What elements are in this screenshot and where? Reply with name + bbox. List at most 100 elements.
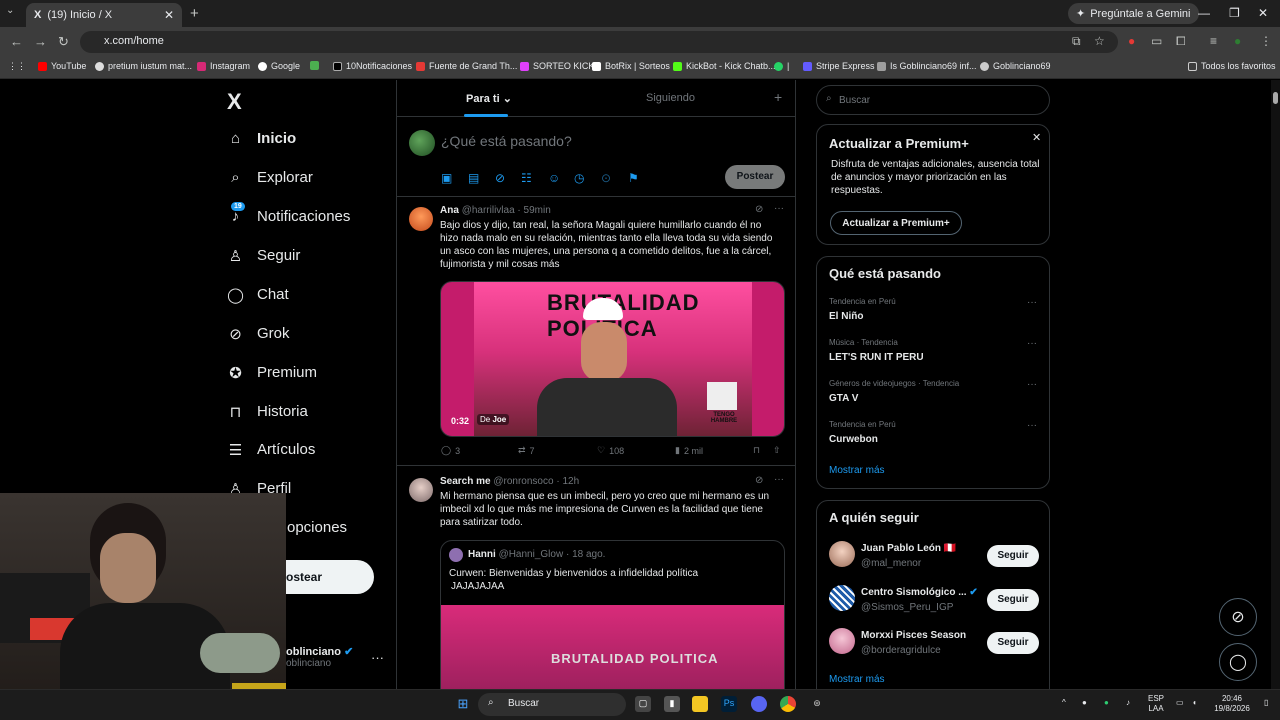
profile-avatar-icon[interactable]: ● — [1234, 34, 1241, 48]
back-icon[interactable]: ← — [10, 34, 23, 49]
gemini-button[interactable]: ✦ Pregúntale a Gemini — [1068, 3, 1199, 24]
follow-button[interactable]: Seguir — [987, 632, 1039, 654]
minimize-icon[interactable]: — — [1198, 6, 1210, 20]
grok-icon[interactable]: ⊘ — [755, 204, 763, 215]
chrome-icon[interactable] — [780, 696, 796, 712]
photoshop-icon[interactable]: Ps — [721, 696, 737, 712]
bookmark-item[interactable]: Goblinciano69 — [980, 61, 1051, 71]
grok-icon[interactable]: ⊘ — [755, 475, 763, 486]
bookmark-item[interactable]: Fuente de Grand Th... — [416, 61, 517, 71]
volume-icon[interactable]: ◖ — [1192, 698, 1197, 708]
windows-start-icon[interactable]: ⊞ — [455, 696, 471, 712]
like-button[interactable]: ♡ 108 — [597, 445, 624, 456]
nav-bookmarks[interactable]: ⊓ Historia — [227, 403, 308, 421]
share-icon[interactable]: ⇧ — [773, 445, 781, 456]
more-icon[interactable]: ··· — [1027, 338, 1037, 349]
bookmark-item[interactable]: Instagram — [197, 61, 250, 71]
bookmark-star-icon[interactable]: ☆ — [1094, 34, 1105, 48]
nav-grok[interactable]: ⊘ Grok — [227, 325, 289, 343]
tweet-author[interactable]: Ana — [440, 205, 459, 216]
microphone-icon[interactable]: ♪ — [1126, 698, 1130, 708]
bookmark-item[interactable]: 10Notificaciones — [333, 61, 412, 71]
close-icon[interactable]: ✕ — [1032, 131, 1041, 144]
flag-icon[interactable]: ⚑ — [628, 171, 639, 185]
discord-icon[interactable] — [751, 696, 767, 712]
new-tab-icon[interactable]: + — [190, 5, 199, 22]
search-input[interactable]: ⌕ Buscar — [816, 85, 1050, 115]
apps-icon[interactable]: ⋮⋮ — [8, 61, 26, 72]
language-indicator[interactable]: ESP LAA — [1148, 694, 1164, 714]
tray-icon[interactable]: ● — [1082, 698, 1087, 708]
nav-articles[interactable]: ☰ Artículos — [227, 441, 316, 459]
trends-show-more[interactable]: Mostrar más — [829, 465, 885, 476]
media-icon[interactable]: ≡ — [1210, 34, 1217, 48]
address-bar[interactable]: x.com/home — [80, 31, 1118, 53]
chrome-menu-icon[interactable]: ⋮ — [1260, 34, 1272, 48]
tray-chevron-icon[interactable]: ^ — [1062, 698, 1066, 708]
browser-tab[interactable]: X (19) Inicio / X ✕ — [26, 3, 182, 27]
trend-item[interactable]: Música · Tendencia LET'S RUN IT PERU ··· — [829, 338, 1039, 363]
tweet-video[interactable]: BRUTALIDAD POLITICA TENGO HAMBRE 0:32 De… — [440, 281, 785, 437]
bookmark-icon[interactable]: ⊓ — [753, 445, 760, 456]
taskbar-search[interactable]: ⌕ Buscar — [478, 693, 626, 716]
avatar[interactable] — [409, 207, 433, 231]
follow-button[interactable]: Seguir — [987, 589, 1039, 611]
tab-search-icon[interactable]: ⌄ — [6, 5, 14, 16]
nav-explore[interactable]: ⌕ Explorar — [227, 169, 313, 186]
close-tab-icon[interactable]: ✕ — [164, 8, 174, 22]
bookmark-item[interactable]: | — [774, 61, 789, 71]
tray-icon[interactable]: ● — [1104, 698, 1109, 708]
grok-icon[interactable]: ⊘ — [1219, 598, 1257, 636]
schedule-icon[interactable]: ◷ — [574, 171, 584, 185]
forward-icon[interactable]: → — [34, 34, 47, 49]
bookmark-item[interactable]: KickBot - Kick Chatb... — [673, 61, 776, 71]
gif-icon[interactable]: ▤ — [468, 171, 479, 185]
clock[interactable]: 20:46 19/8/2026 — [1212, 694, 1252, 714]
quoted-tweet[interactable]: Hanni @Hanni_Glow · 18 ago. Curwen: Bien… — [440, 540, 785, 689]
tab-for-you[interactable]: Para ti ⌄ — [466, 92, 512, 105]
app-icon[interactable]: ⊛ — [809, 696, 825, 712]
nav-chat[interactable]: ◯ Chat — [227, 286, 289, 304]
bookmark-item[interactable]: Google — [258, 61, 300, 71]
scrollbar[interactable] — [1271, 80, 1280, 689]
avatar[interactable] — [409, 478, 433, 502]
tweet[interactable]: Search me @ronronsoco · 12h ⊘ ··· Mi her… — [397, 468, 795, 689]
network-icon[interactable]: ▭ — [1176, 698, 1184, 708]
image-icon[interactable]: ▣ — [441, 171, 452, 185]
bookmark-item[interactable]: YouTube — [38, 61, 86, 71]
all-favorites[interactable]: Todos los favoritos — [1188, 61, 1276, 71]
emoji-icon[interactable]: ☺ — [548, 171, 560, 185]
nav-more[interactable]: opciones — [287, 519, 347, 536]
poll-icon[interactable]: ☷ — [521, 171, 532, 185]
views-button[interactable]: ▮ 2 mil — [675, 445, 703, 456]
reload-icon[interactable]: ↻ — [58, 34, 69, 50]
premium-button[interactable]: Actualizar a Premium+ — [830, 211, 962, 235]
bookmark-item[interactable]: Stripe Express — [803, 61, 875, 71]
follow-suggestion[interactable]: Centro Sismológico ... ✔ @Sismos_Peru_IG… — [829, 585, 1041, 621]
close-window-icon[interactable]: ✕ — [1258, 6, 1268, 20]
nav-follow[interactable]: ♙ Seguir — [227, 247, 301, 265]
post-button[interactable]: ostear — [286, 560, 374, 594]
add-tab-icon[interactable]: + — [774, 89, 782, 105]
trend-item[interactable]: Géneros de videojuegos · Tendencia GTA V ·… — [829, 379, 1039, 404]
more-icon[interactable]: ··· — [774, 203, 784, 214]
extensions-puzzle-icon[interactable]: ⧠ — [1176, 34, 1186, 49]
bookmark-item[interactable]: Is Goblinciano69 inf... — [877, 61, 977, 71]
follow-button[interactable]: Seguir — [987, 545, 1039, 567]
trend-item[interactable]: Tendencia en Perú El Niño ··· — [829, 297, 1039, 322]
nav-notifications[interactable]: ♪ 19 Notificaciones — [227, 202, 350, 225]
more-icon[interactable]: ··· — [774, 474, 784, 485]
extension-icon[interactable]: ● — [1128, 34, 1135, 48]
reply-button[interactable]: ◯ 3 — [441, 445, 460, 456]
nav-home[interactable]: ⌂ Inicio — [227, 130, 296, 147]
extension-icon[interactable]: ▭ — [1151, 34, 1162, 48]
more-icon[interactable]: ··· — [1027, 297, 1037, 308]
bookmark-item[interactable]: pretium iustum mat... — [95, 61, 192, 71]
chat-icon[interactable]: ◯ — [1219, 643, 1257, 681]
more-icon[interactable]: ··· — [371, 650, 384, 665]
tab-following[interactable]: Siguiendo — [646, 92, 695, 104]
follow-suggestion[interactable]: Morxxi Pisces Season @borderagridulce Se… — [829, 628, 1041, 664]
x-logo[interactable]: X — [227, 89, 242, 115]
tweet-author[interactable]: Search me — [440, 476, 491, 487]
repost-button[interactable]: ⇄ 7 — [518, 445, 535, 456]
